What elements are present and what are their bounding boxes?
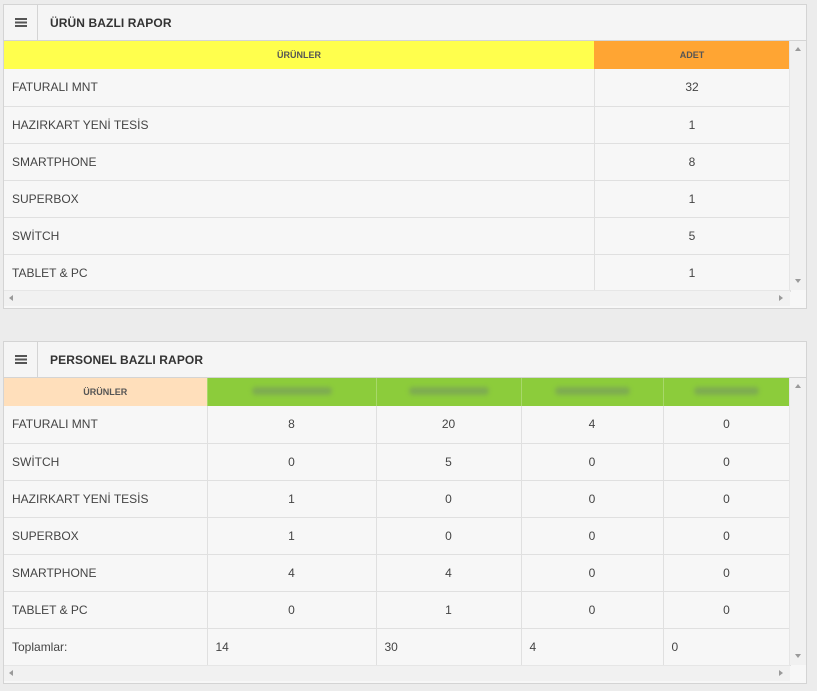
count-cell: 1	[594, 106, 791, 144]
totals-row: Toplamlar: 14 30 4 0	[4, 628, 791, 666]
column-header-products[interactable]: ÜRÜNLER	[4, 41, 594, 69]
blurred-staff-name	[694, 387, 760, 395]
scroll-right-icon[interactable]	[779, 295, 783, 301]
staff-count-cell: 0	[376, 517, 522, 555]
menu-icon[interactable]	[4, 5, 38, 40]
staff-count-cell: 0	[663, 480, 791, 518]
count-cell: 1	[594, 180, 791, 218]
staff-count-cell: 0	[663, 406, 791, 444]
staff-count-cell: 0	[207, 591, 377, 629]
table-row[interactable]: SWİTCH 5	[4, 217, 791, 255]
table-row[interactable]: SWİTCH 0 5 0 0	[4, 443, 791, 481]
product-grid: ÜRÜNLER ADET FATURALI MNT 32 HAZIRKART YEN…	[4, 41, 806, 308]
total-cell: 4	[521, 628, 664, 666]
vertical-scrollbar[interactable]	[789, 41, 806, 290]
column-header-staff[interactable]	[375, 378, 521, 406]
column-header-count[interactable]: ADET	[594, 41, 790, 69]
count-cell: 32	[594, 69, 791, 107]
staff-count-cell: 0	[663, 591, 791, 629]
product-name-cell: SUPERBOX	[4, 517, 208, 555]
panel-title: ÜRÜN BAZLI RAPOR	[50, 15, 172, 30]
scroll-left-icon[interactable]	[9, 670, 13, 676]
scroll-down-icon[interactable]	[795, 654, 801, 658]
product-name-cell: SUPERBOX	[4, 180, 595, 218]
table-row[interactable]: FATURALI MNT 32	[4, 69, 791, 107]
totals-label: Toplamlar:	[4, 628, 208, 666]
product-name-cell: SMARTPHONE	[4, 143, 595, 181]
horizontal-scrollbar[interactable]	[4, 665, 790, 681]
staff-count-cell: 20	[376, 406, 522, 444]
panel-header: ÜRÜN BAZLI RAPOR	[4, 5, 806, 41]
product-name-cell: TABLET & PC	[4, 254, 595, 292]
staff-count-cell: 0	[376, 480, 522, 518]
table-row[interactable]: FATURALI MNT 8 20 4 0	[4, 406, 791, 444]
menu-icon[interactable]	[4, 342, 38, 377]
table-row[interactable]: SMARTPHONE 4 4 0 0	[4, 554, 791, 592]
panel-header: PERSONEL BAZLI RAPOR	[4, 342, 806, 378]
staff-count-cell: 1	[207, 480, 377, 518]
vertical-scrollbar[interactable]	[789, 378, 806, 665]
count-cell: 5	[594, 217, 791, 255]
staff-count-cell: 0	[521, 591, 664, 629]
scroll-up-icon[interactable]	[795, 47, 801, 51]
staff-report-panel: PERSONEL BAZLI RAPOR ÜRÜNLER FATURALI MN…	[3, 341, 807, 684]
blurred-staff-name	[408, 387, 489, 395]
product-name-cell: SWİTCH	[4, 443, 208, 481]
blurred-staff-name	[251, 387, 332, 395]
scroll-right-icon[interactable]	[779, 670, 783, 676]
staff-count-cell: 5	[376, 443, 522, 481]
table-row[interactable]: HAZIRKART YENİ TESİS 1 0 0 0	[4, 480, 791, 518]
count-cell: 8	[594, 143, 791, 181]
staff-count-cell: 0	[207, 443, 377, 481]
table-row[interactable]: SUPERBOX 1 0 0 0	[4, 517, 791, 555]
total-cell: 0	[663, 628, 791, 666]
count-cell: 1	[594, 254, 791, 292]
staff-count-cell: 0	[663, 554, 791, 592]
column-header-staff[interactable]	[520, 378, 663, 406]
panel-title: PERSONEL BAZLI RAPOR	[50, 352, 204, 367]
table-row[interactable]: SUPERBOX 1	[4, 180, 791, 218]
column-header-products[interactable]: ÜRÜNLER	[4, 378, 207, 406]
column-header-staff[interactable]	[662, 378, 790, 406]
table-row[interactable]: TABLET & PC 0 1 0 0	[4, 591, 791, 629]
table-row[interactable]: TABLET & PC 1	[4, 254, 791, 292]
scroll-left-icon[interactable]	[9, 295, 13, 301]
staff-count-cell: 1	[207, 517, 377, 555]
staff-count-cell: 0	[521, 517, 664, 555]
product-name-cell: HAZIRKART YENİ TESİS	[4, 106, 595, 144]
staff-count-cell: 0	[663, 443, 791, 481]
scroll-up-icon[interactable]	[795, 384, 801, 388]
column-header-staff[interactable]	[206, 378, 376, 406]
horizontal-scrollbar[interactable]	[4, 290, 790, 306]
staff-count-cell: 4	[207, 554, 377, 592]
product-name-cell: TABLET & PC	[4, 591, 208, 629]
scroll-down-icon[interactable]	[795, 279, 801, 283]
product-name-cell: FATURALI MNT	[4, 69, 595, 107]
staff-count-cell: 8	[207, 406, 377, 444]
staff-count-cell: 0	[521, 554, 664, 592]
product-name-cell: FATURALI MNT	[4, 406, 208, 444]
staff-count-cell: 4	[376, 554, 522, 592]
product-name-cell: HAZIRKART YENİ TESİS	[4, 480, 208, 518]
staff-count-cell: 4	[521, 406, 664, 444]
table-row[interactable]: SMARTPHONE 8	[4, 143, 791, 181]
product-report-panel: ÜRÜN BAZLI RAPOR ÜRÜNLER ADET FATURALI M…	[3, 4, 807, 309]
staff-count-cell: 0	[521, 443, 664, 481]
staff-count-cell: 0	[663, 517, 791, 555]
staff-count-cell: 1	[376, 591, 522, 629]
total-cell: 30	[376, 628, 522, 666]
blurred-staff-name	[554, 387, 630, 395]
table-row[interactable]: HAZIRKART YENİ TESİS 1	[4, 106, 791, 144]
staff-count-cell: 0	[521, 480, 664, 518]
product-name-cell: SWİTCH	[4, 217, 595, 255]
product-name-cell: SMARTPHONE	[4, 554, 208, 592]
total-cell: 14	[207, 628, 377, 666]
staff-grid: ÜRÜNLER FATURALI MNT 8 20 4 0 SWİTCH 0 5 0 0 HAZIR…	[4, 378, 806, 683]
